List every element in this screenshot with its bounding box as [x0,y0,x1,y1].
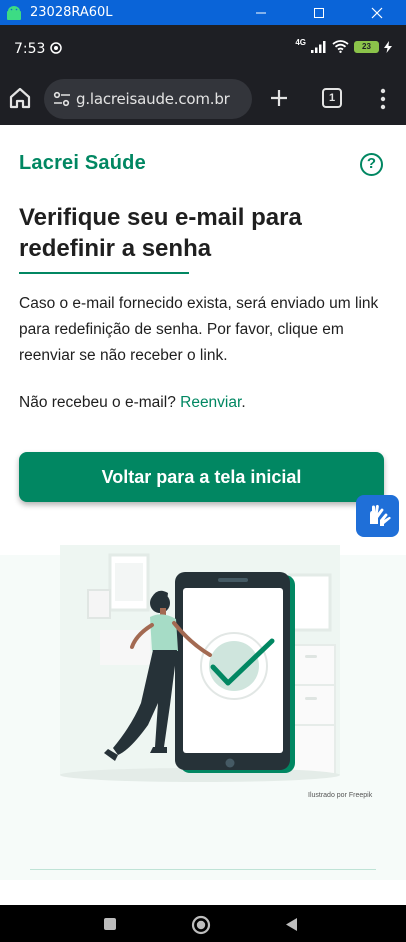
charging-icon [384,40,392,53]
page-title: Verifique seu e-mail para redefinir a se… [19,204,302,262]
android-icon [7,5,21,20]
instructions-text: Caso o e-mail fornecido exista, será env… [19,295,379,364]
maximize-icon [314,7,324,18]
minimize-icon [256,12,266,13]
battery-icon: 23 [354,40,379,53]
email-verified-illustration [60,545,340,782]
vlibras-widget-button[interactable] [356,495,399,537]
help-icon[interactable]: ? [360,153,383,176]
home-nav-icon[interactable] [191,915,211,935]
status-time: 7:53 [14,41,46,57]
notification-icon [50,42,62,54]
system-nav-bar [0,905,406,942]
browser-toolbar: g.lacreisaude.com.br 1 [0,73,406,125]
window-title-bar: 23028RA60L [0,0,406,25]
status-bar: 7:53 4G 23 [0,25,406,73]
resend-prompt: Não recebeu o e-mail? [19,394,176,411]
recent-apps-icon[interactable] [103,917,117,931]
brand-logo[interactable]: Lacrei Saúde [19,152,146,175]
address-bar[interactable]: g.lacreisaude.com.br [44,79,252,119]
tab-switcher-icon[interactable]: 1 [322,88,342,108]
resend-period: . [241,394,246,411]
footer-divider [30,869,376,870]
wifi-icon [332,40,349,53]
signal-icon [311,40,326,53]
back-icon[interactable] [284,917,298,932]
maximize-button[interactable] [290,0,348,25]
site-settings-icon[interactable] [52,89,72,109]
web-page: Lacrei Saúde ? Verifique seu e-mail para… [0,125,406,905]
close-button[interactable] [348,0,406,25]
close-icon [371,7,383,18]
window-title: 23028RA60L [30,5,113,20]
minimize-button[interactable] [232,0,290,25]
resend-link[interactable]: Reenviar [180,394,241,411]
back-to-home-button[interactable]: Voltar para a tela inicial [19,452,384,502]
new-tab-icon[interactable] [267,86,291,110]
resend-line: Não recebeu o e-mail? Reenviar. [19,394,246,412]
home-icon[interactable] [8,86,32,110]
title-underline [19,272,189,274]
url-text: g.lacreisaude.com.br [76,90,230,108]
illustration-credit: Ilustrado por Freepik [308,792,373,799]
network-type: 4G [295,38,306,47]
more-menu-icon[interactable] [377,87,389,111]
sign-language-icon [369,504,391,526]
